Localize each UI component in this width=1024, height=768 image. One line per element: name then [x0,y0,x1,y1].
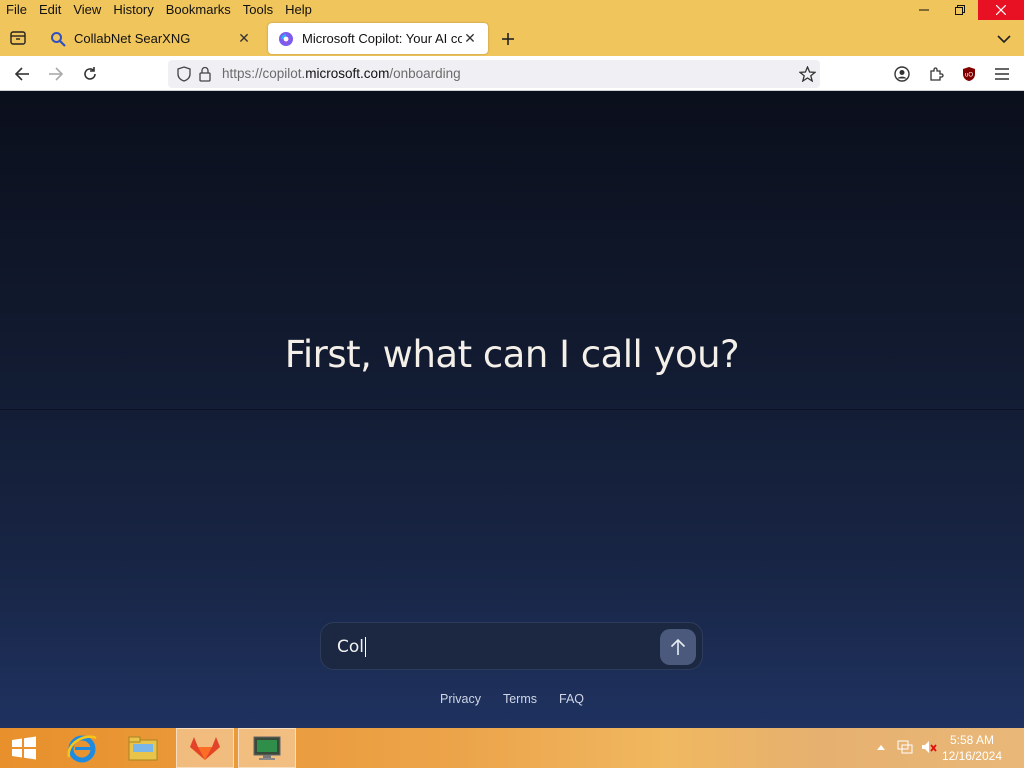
tab-copilot[interactable]: Microsoft Copilot: Your AI com ✕ [268,23,488,54]
plus-icon [502,32,514,45]
app-menu-button[interactable] [988,60,1016,88]
url-text[interactable]: https://copilot.microsoft.com/onboarding [222,60,461,88]
list-all-tabs-button[interactable] [992,23,1016,54]
tab-overview-button[interactable] [0,20,36,56]
tab-bar: CollabNet SearXNG ✕ Microsoft Copilot: Y… [0,20,1024,56]
divider [0,409,1024,410]
url-path: /onboarding [389,66,461,81]
menu-history[interactable]: History [107,0,159,20]
show-hidden-icons-button[interactable] [876,740,886,754]
menu-bar: File Edit View History Bookmarks Tools H… [0,0,1024,20]
faq-link[interactable]: FAQ [559,692,584,706]
gitlab-taskbar-button[interactable] [176,728,234,768]
footer-links: Privacy Terms FAQ [0,692,1024,706]
chevron-down-icon [997,34,1011,43]
page-title: First, what can I call you? [284,333,740,376]
url-domain: microsoft.com [305,66,390,81]
system-clock[interactable]: 5:58 AM 12/16/2024 [942,732,1002,764]
submit-button[interactable] [660,629,696,665]
account-button[interactable] [888,60,916,88]
close-tab-icon[interactable]: ✕ [236,30,252,47]
tab-title: CollabNet SearXNG [74,31,191,46]
name-input[interactable]: Col [320,622,703,670]
copilot-onboarding-page: First, what can I call you? Col Privacy … [0,91,1024,728]
monitor-icon [253,736,281,760]
bookmark-star-icon[interactable] [799,66,816,82]
file-explorer-taskbar-button[interactable] [118,728,168,768]
restore-icon [955,5,965,15]
copilot-icon [279,31,293,46]
name-input-value[interactable]: Col [337,623,366,671]
tab-searxng[interactable]: CollabNet SearXNG ✕ [40,23,262,54]
arrow-up-icon [670,638,686,655]
close-icon [996,5,1006,15]
network-status-icon[interactable] [896,739,914,758]
navigation-bar: https://copilot.microsoft.com/onboarding… [0,56,1024,91]
hamburger-menu-icon [995,68,1009,80]
ublock-icon: uO [963,67,975,81]
minimize-icon [919,9,929,11]
monitor-app-taskbar-button[interactable] [238,728,296,768]
folder-icon [128,736,158,761]
extensions-button[interactable] [922,60,950,88]
url-bar[interactable]: https://copilot.microsoft.com/onboarding [168,60,820,88]
ublock-button[interactable]: uO [955,60,983,88]
forward-button[interactable] [42,60,70,88]
terms-link[interactable]: Terms [503,692,537,706]
url-prefix: https://copilot. [222,66,306,81]
internet-explorer-icon [67,735,97,763]
speaker-muted-icon [922,741,937,753]
lock-icon[interactable] [199,66,211,82]
privacy-link[interactable]: Privacy [440,692,481,706]
magnifier-icon [51,31,66,47]
arrow-right-icon [49,67,64,81]
account-icon [894,66,910,82]
clock-time: 5:58 AM [949,733,994,747]
menu-view[interactable]: View [67,0,107,20]
new-tab-button[interactable] [496,23,520,54]
close-window-button[interactable] [978,0,1024,20]
close-tab-icon[interactable]: ✕ [462,30,478,47]
minimize-button[interactable] [906,0,942,20]
tab-title: Microsoft Copilot: Your AI com [302,31,462,46]
volume-status-icon[interactable] [920,739,938,758]
menu-tools[interactable]: Tools [237,0,279,20]
windows-logo-icon [12,736,36,760]
name-input-text: Col [337,637,364,657]
back-button[interactable] [8,60,36,88]
internet-explorer-taskbar-button[interactable] [58,728,106,768]
clock-date: 12/16/2024 [941,749,1002,763]
shield-icon[interactable] [177,66,191,82]
menu-file[interactable]: File [0,0,33,20]
start-button[interactable] [4,728,44,768]
window-controls [906,0,1024,20]
tab-overview-icon [10,31,26,45]
network-icon [897,740,913,754]
caret-up-icon [877,745,885,750]
menu-help[interactable]: Help [279,0,318,20]
reload-button[interactable] [76,60,104,88]
fox-logo-icon [190,737,220,760]
svg-text:uO: uO [965,73,973,79]
taskbar: 5:58 AM 12/16/2024 [0,728,1024,768]
text-caret [365,637,366,657]
reload-icon [84,67,96,80]
restore-button[interactable] [942,0,978,20]
arrow-left-icon [14,67,29,81]
puzzle-icon [930,67,944,81]
menu-edit[interactable]: Edit [33,0,67,20]
menu-bookmarks[interactable]: Bookmarks [160,0,237,20]
